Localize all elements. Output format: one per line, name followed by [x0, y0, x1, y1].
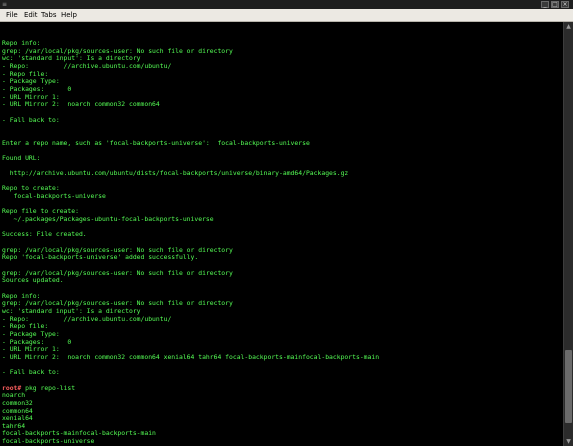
- scroll-up-arrow-icon[interactable]: ▲: [564, 22, 573, 31]
- output-text: Success: File created.: [2, 230, 87, 239]
- prompt-line: root# pkg repo-list: [2, 383, 379, 393]
- output-text: Repo 'focal-backports-universe' added su…: [2, 253, 199, 262]
- output-line: focal-backports-universe: [2, 192, 379, 201]
- output-text: ~/.packages/Packages-ubuntu-focal-backpo…: [2, 215, 214, 224]
- output-text: Repo info:: [2, 39, 41, 47]
- title-bar[interactable]: ≡ _ □ ×: [0, 0, 573, 9]
- output-line: - Repo: //archive.ubuntu.com/ubuntu/: [2, 61, 379, 71]
- output-line: - Repo: //archive.ubuntu.com/ubuntu/: [2, 315, 379, 324]
- terminal-output[interactable]: Repo info: grep: /var/local/pkg/sources-u…: [0, 22, 563, 446]
- output-line: focal-backports-universe: [2, 437, 379, 446]
- close-button[interactable]: ×: [561, 1, 569, 8]
- output-line: noarch: [2, 391, 379, 400]
- vertical-scrollbar[interactable]: ▲ ▼: [563, 22, 573, 446]
- output-line: common32: [2, 398, 379, 408]
- minimize-button[interactable]: _: [541, 1, 549, 8]
- output-line: - Fall back to:: [2, 115, 379, 125]
- output-text: - Repo: //archive.ubuntu.com/ubuntu/: [2, 61, 172, 70]
- output-line: Sources updated.: [2, 277, 379, 285]
- command-text: pkg repo-list: [21, 383, 76, 392]
- close-icon: ×: [562, 1, 568, 8]
- menu-bar: File Edit Tabs Help: [0, 9, 573, 22]
- output-line: - URL Mirror 2: noarch common32 common64…: [2, 352, 380, 362]
- scroll-thumb[interactable]: [565, 350, 572, 423]
- menu-help[interactable]: Help: [61, 10, 77, 21]
- output-line: xenial64: [2, 414, 379, 423]
- output-text: - Fall back to:: [2, 368, 60, 377]
- output-line: http://archive.ubuntu.com/ubuntu/dists/f…: [2, 169, 379, 178]
- terminal-lines: Repo info: grep: /var/local/pkg/sources-u…: [2, 39, 380, 446]
- app-menu-icon[interactable]: ≡: [2, 1, 7, 8]
- output-line: Enter a repo name, such as 'focal-backpo…: [2, 138, 379, 148]
- output-text: Sources updated.: [2, 276, 64, 285]
- output-text: xenial64: [2, 414, 33, 423]
- output-text: focal-backports-universe: [2, 437, 95, 446]
- output-text: - Packages: 0: [2, 84, 72, 93]
- maximize-button[interactable]: □: [551, 1, 559, 8]
- output-text: common32: [2, 398, 33, 407]
- output-text: Found URL:: [2, 153, 41, 162]
- output-line: Repo 'focal-backports-universe' added su…: [2, 254, 379, 262]
- output-text: Enter a repo name, such as 'focal-backpo…: [2, 138, 310, 147]
- scroll-down-arrow-icon[interactable]: ▼: [564, 437, 573, 446]
- maximize-icon: □: [552, 1, 558, 8]
- output-line: common64: [2, 407, 379, 416]
- output-line: Success: File created.: [2, 231, 379, 239]
- minimize-icon: _: [543, 1, 547, 8]
- output-line: - URL Mirror 2: noarch common32 common64: [2, 100, 379, 109]
- output-line: Found URL:: [2, 153, 379, 163]
- menu-file[interactable]: File: [6, 10, 18, 21]
- output-text: - Fall back to:: [2, 115, 60, 124]
- menu-tabs[interactable]: Tabs: [41, 10, 57, 21]
- output-text: http://archive.ubuntu.com/ubuntu/dists/f…: [2, 169, 349, 178]
- terminal-window: ≡ _ □ × File Edit Tabs Help Repo info: gr…: [0, 0, 573, 446]
- output-text: wc: 'standard input': Is a directory: [2, 306, 141, 315]
- output-text: - URL Mirror 2: noarch common32 common64…: [2, 352, 380, 361]
- output-text: focal-backports-universe: [2, 192, 106, 201]
- menu-edit[interactable]: Edit: [24, 10, 38, 21]
- output-text: - Package Type:: [2, 329, 60, 338]
- output-line: - Fall back to:: [2, 368, 379, 377]
- output-text: noarch: [2, 391, 26, 400]
- output-line: ~/.packages/Packages-ubuntu-focal-backpo…: [2, 215, 379, 224]
- output-text: - URL Mirror 2: noarch common32 common64: [2, 100, 160, 109]
